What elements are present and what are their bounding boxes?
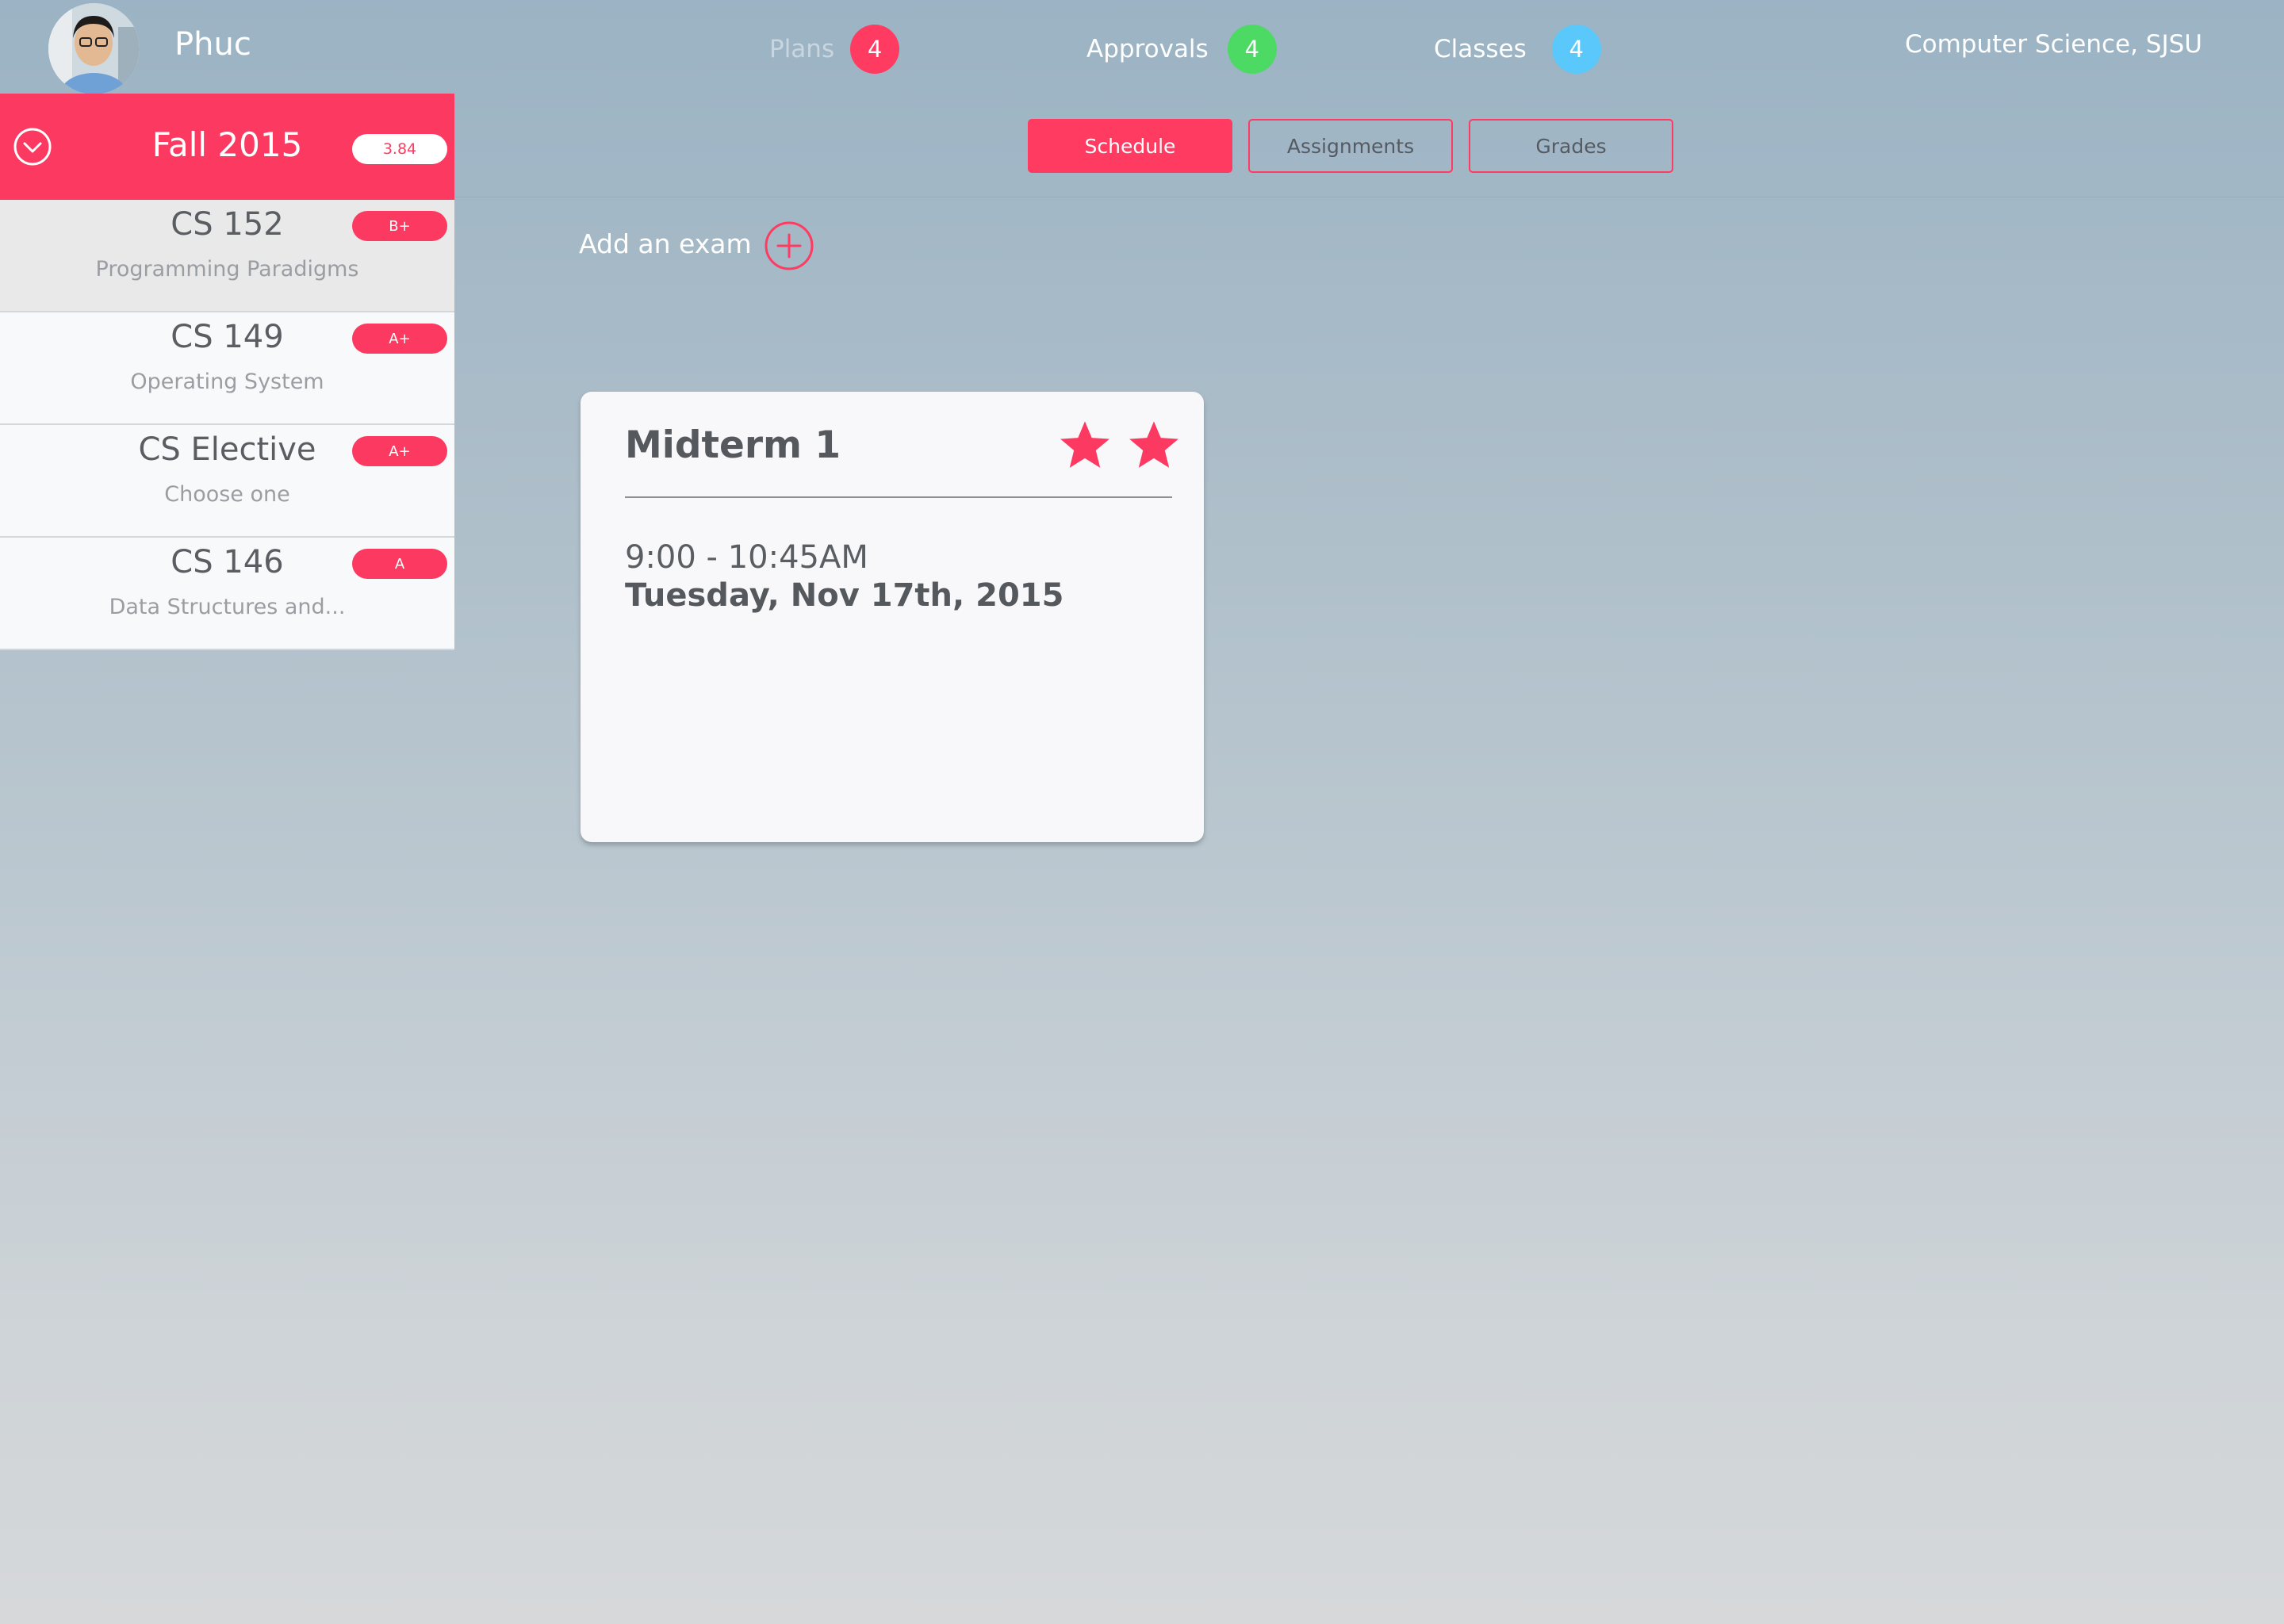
exam-title: Midterm 1 xyxy=(625,423,841,467)
course-name: Operating System xyxy=(130,370,324,394)
grade-badge: B+ xyxy=(352,211,447,241)
plus-circle-icon xyxy=(765,221,814,270)
add-exam-button[interactable] xyxy=(764,220,814,271)
user-name: Phuc xyxy=(174,26,251,63)
add-exam-label: Add an exam xyxy=(579,228,752,259)
course-item-cs-elective[interactable]: CS Elective Choose one A+ xyxy=(0,425,454,538)
exam-divider xyxy=(625,496,1172,498)
grade-badge: A+ xyxy=(352,324,447,354)
course-item-cs-152[interactable]: CS 152 Programming Paradigms B+ xyxy=(0,200,454,312)
avatar[interactable] xyxy=(48,3,140,94)
tab-assignments[interactable]: Assignments xyxy=(1248,119,1453,173)
grade-badge: A+ xyxy=(352,436,447,466)
course-item-cs-149[interactable]: CS 149 Operating System A+ xyxy=(0,312,454,425)
classes-count-badge: 4 xyxy=(1551,25,1601,74)
course-list: CS 152 Programming Paradigms B+ CS 149 O… xyxy=(0,200,454,650)
grade-badge: A xyxy=(352,549,447,579)
tab-grades[interactable]: Grades xyxy=(1469,119,1673,173)
gpa-badge: 3.84 xyxy=(352,134,447,164)
course-name: Data Structures and... xyxy=(109,595,346,619)
course-name: Programming Paradigms xyxy=(95,257,359,282)
star-icon[interactable] xyxy=(1125,417,1182,474)
institution-label: Computer Science, SJSU xyxy=(1904,30,2202,59)
nav-plans[interactable]: Plans 4 xyxy=(769,25,900,74)
nav-approvals-label: Approvals xyxy=(1086,35,1209,63)
exam-date: Tuesday, Nov 17th, 2015 xyxy=(625,577,1064,614)
avatar-image xyxy=(48,3,140,94)
nav-classes-label: Classes xyxy=(1434,35,1527,63)
nav-plans-label: Plans xyxy=(769,35,835,63)
approvals-count-badge: 4 xyxy=(1227,25,1277,74)
course-name: Choose one xyxy=(164,482,290,507)
exam-time: 9:00 - 10:45AM xyxy=(625,539,868,576)
nav-approvals[interactable]: Approvals 4 xyxy=(1086,25,1277,74)
plans-count-badge: 4 xyxy=(850,25,900,74)
nav-classes[interactable]: Classes 4 xyxy=(1434,25,1601,74)
course-item-cs-146[interactable]: CS 146 Data Structures and... A xyxy=(0,538,454,650)
tab-schedule[interactable]: Schedule xyxy=(1028,119,1232,173)
star-icon[interactable] xyxy=(1056,417,1113,474)
